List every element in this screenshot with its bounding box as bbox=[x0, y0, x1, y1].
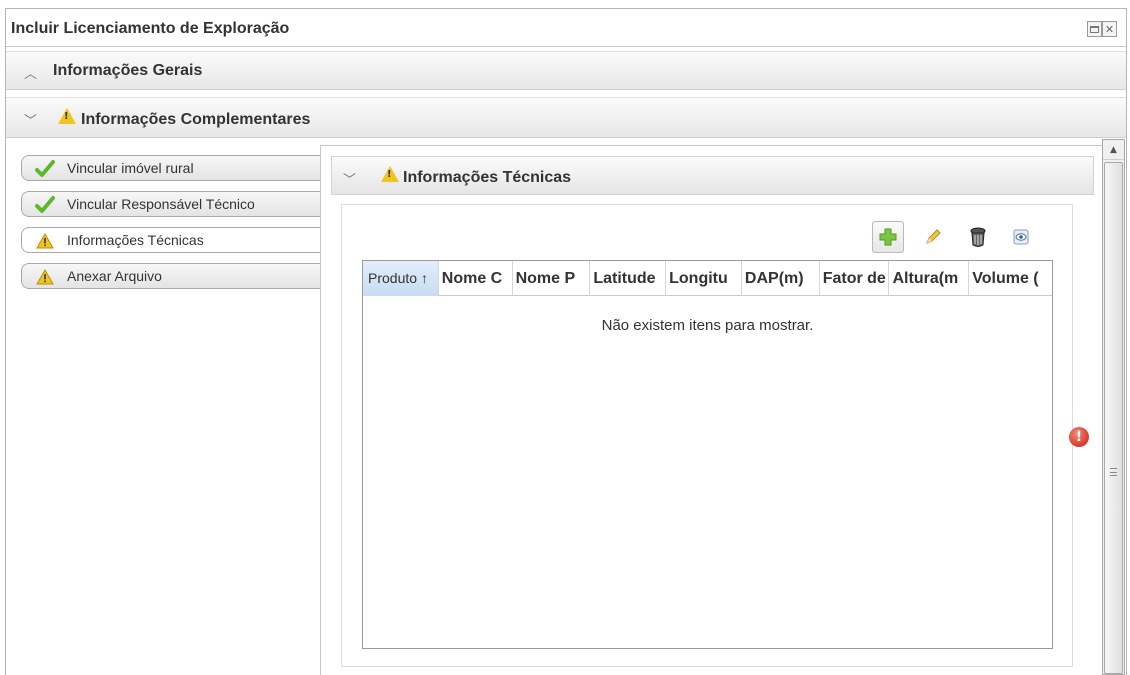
column-header-volume[interactable]: Volume ( bbox=[969, 261, 1052, 296]
add-button[interactable] bbox=[872, 221, 904, 253]
scroll-thumb[interactable] bbox=[1104, 162, 1123, 674]
section-informacoes-complementares[interactable]: ﹀ ! Informações Complementares bbox=[6, 97, 1126, 138]
edit-button[interactable] bbox=[917, 221, 949, 253]
window: Incluir Licenciamento de Exploração ✕ ︿ … bbox=[5, 8, 1127, 675]
maximize-icon bbox=[1090, 25, 1099, 33]
check-icon bbox=[35, 160, 55, 177]
grid-toolbar bbox=[872, 221, 1042, 253]
maximize-button[interactable] bbox=[1087, 21, 1102, 37]
chevron-up-icon: ︿ bbox=[24, 67, 38, 82]
title-bar: Incluir Licenciamento de Exploração ✕ bbox=[6, 9, 1126, 47]
warning-icon: ! bbox=[381, 166, 399, 182]
window-title: Incluir Licenciamento de Exploração bbox=[11, 20, 290, 37]
nav-item-label: Vincular Responsável Técnico bbox=[67, 196, 255, 212]
panel-title: Informações Técnicas bbox=[403, 169, 572, 186]
nav-item-label: Informações Técnicas bbox=[67, 232, 204, 248]
column-header-nome-c[interactable]: Nome C bbox=[439, 261, 513, 296]
warning-icon: ! bbox=[58, 108, 76, 124]
nav-item-vincular-imovel[interactable]: Vincular imóvel rural bbox=[21, 155, 321, 181]
panel-body: Produto ↑ Nome C Nome P Latitude Longitu… bbox=[341, 204, 1073, 667]
grip-icon bbox=[1110, 468, 1117, 476]
column-header-latitude[interactable]: Latitude bbox=[590, 261, 667, 296]
section-label: Informações Gerais bbox=[53, 62, 203, 79]
column-header-altura[interactable]: Altura(m bbox=[889, 261, 970, 296]
chevron-down-icon: ﹀ bbox=[343, 173, 357, 188]
nav-item-anexar-arquivo[interactable]: Anexar Arquivo bbox=[21, 263, 321, 289]
nav-item-label: Vincular imóvel rural bbox=[67, 160, 194, 176]
grid-header: Produto ↑ Nome C Nome P Latitude Longitu… bbox=[363, 261, 1052, 296]
view-icon bbox=[1013, 229, 1029, 245]
chevron-down-icon: ﹀ bbox=[24, 114, 38, 129]
nav-item-label: Anexar Arquivo bbox=[67, 268, 162, 284]
error-icon: ! bbox=[1069, 427, 1089, 447]
add-icon bbox=[879, 228, 897, 246]
delete-button[interactable] bbox=[962, 221, 994, 253]
nav-item-informacoes-tecnicas[interactable]: Informações Técnicas bbox=[21, 227, 326, 253]
column-header-nome-p[interactable]: Nome P bbox=[513, 261, 591, 296]
scroll-up-arrow-icon[interactable]: ▲ bbox=[1103, 140, 1124, 160]
warning-icon bbox=[36, 233, 54, 249]
warning-icon bbox=[36, 269, 54, 285]
column-header-fator[interactable]: Fator de bbox=[820, 261, 890, 296]
check-icon bbox=[35, 196, 55, 213]
column-header-longitude[interactable]: Longitu bbox=[666, 261, 742, 296]
column-header-produto[interactable]: Produto ↑ bbox=[363, 261, 439, 296]
content-panel: ﹀ ! Informações Técnicas Produto ↑ Nome … bbox=[320, 145, 1104, 675]
close-button[interactable]: ✕ bbox=[1102, 21, 1117, 37]
nav-item-vincular-responsavel[interactable]: Vincular Responsável Técnico bbox=[21, 191, 321, 217]
vertical-scrollbar[interactable]: ▲ bbox=[1102, 139, 1125, 675]
view-button[interactable] bbox=[1005, 221, 1037, 253]
edit-icon bbox=[926, 229, 941, 244]
column-header-dap[interactable]: DAP(m) bbox=[742, 261, 820, 296]
panel-header-informacoes-tecnicas[interactable]: ﹀ ! Informações Técnicas bbox=[331, 156, 1094, 195]
empty-grid-message: Não existem itens para mostrar. bbox=[601, 317, 814, 334]
section-label: Informações Complementares bbox=[81, 111, 311, 128]
section-informacoes-gerais[interactable]: ︿ Informações Gerais bbox=[6, 51, 1126, 90]
close-icon: ✕ bbox=[1104, 22, 1115, 36]
delete-icon bbox=[970, 227, 986, 247]
data-grid: Produto ↑ Nome C Nome P Latitude Longitu… bbox=[362, 260, 1053, 649]
